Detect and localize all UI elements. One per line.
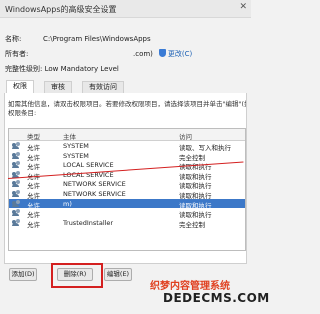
permissions-grid[interactable]: 类型 主体 访问 允许 SYSTEM 读取、写入和执行 允许 SYSTEM 完全控制 允许 L…	[8, 128, 246, 251]
close-icon[interactable]: ✕	[239, 2, 247, 12]
user-group-icon	[12, 209, 20, 217]
user-group-icon	[12, 218, 20, 226]
row-access: 完全控制	[179, 220, 205, 229]
user-group-icon	[12, 199, 20, 207]
header-access[interactable]: 访问	[179, 131, 192, 141]
owner-row: 所有者: .com) 更改(C)	[5, 49, 192, 59]
row-principal: TrustedInstaller	[63, 218, 114, 227]
description-line: 如需其他信息，请双击权限项目。若要修改权限项目，请选择该项目并单击"编辑"(如果…	[8, 100, 246, 108]
header-type[interactable]: 类型	[27, 131, 40, 141]
table-row[interactable]: 允许 读取和执行	[9, 208, 245, 219]
annotation-box	[51, 263, 103, 288]
name-value: C:\Program Files\WindowsApps	[43, 35, 151, 43]
table-row[interactable]: 允许 m) 读取和执行	[9, 198, 245, 210]
edit-button[interactable]: 编辑(E)	[104, 268, 132, 281]
owner-value: .com)	[133, 50, 153, 58]
tab-effective-access[interactable]: 有效访问	[82, 81, 124, 93]
table-row[interactable]: 允许 SYSTEM 完全控制	[9, 151, 245, 162]
shield-icon	[158, 49, 166, 57]
header-principal[interactable]: 主体	[63, 131, 76, 141]
row-principal: SYSTEM	[63, 151, 89, 160]
table-row[interactable]: 允许 SYSTEM 读取、写入和执行	[9, 141, 245, 152]
list-title: 权限条目:	[8, 109, 37, 117]
grid-header: 类型 主体 访问	[9, 129, 245, 141]
change-owner-link[interactable]: 更改(C)	[168, 50, 192, 58]
name-label: 名称:	[5, 35, 22, 43]
owner-label: 所有者:	[5, 50, 29, 58]
row-principal: NETWORK SERVICE	[63, 180, 126, 189]
watermark-line1: 织梦内容管理系统	[150, 281, 230, 292]
user-group-icon	[12, 189, 20, 197]
table-row[interactable]: 允许 TrustedInstaller 完全控制	[9, 218, 245, 229]
user-group-icon	[12, 142, 20, 149]
tab-bar: 权限 审核 有效访问	[4, 80, 247, 94]
user-group-icon	[12, 151, 20, 159]
table-row[interactable]: 允许 NETWORK SERVICE 读取和执行	[9, 189, 245, 200]
add-button[interactable]: 添加(D)	[9, 268, 37, 281]
tab-permissions[interactable]: 权限	[6, 80, 34, 94]
watermark-line2: DEDECMS.COM	[163, 291, 270, 305]
table-row[interactable]: 允许 LOCAL SERVICE 读取和执行	[9, 160, 245, 171]
window-title: WindowsApps的高级安全设置	[5, 5, 117, 14]
user-group-icon	[12, 161, 20, 169]
name-row: 名称: C:\Program Files\WindowsApps	[5, 34, 151, 44]
tab-auditing[interactable]: 审核	[44, 81, 72, 93]
user-group-icon	[12, 180, 20, 188]
row-principal: SYSTEM	[63, 142, 89, 150]
description-text: 如需其他信息，请双击权限项目。若要修改权限项目，请选择该项目并单击"编辑"(如果…	[8, 100, 246, 118]
title-bar: WindowsApps的高级安全设置 ✕	[0, 0, 251, 18]
grid-body: 允许 SYSTEM 读取、写入和执行 允许 SYSTEM 完全控制 允许 LOCAL SERV…	[9, 141, 245, 229]
row-principal: NETWORK SERVICE	[63, 189, 126, 198]
integrity-level: 完整性级别: Low Mandatory Level	[5, 65, 119, 73]
row-type: 允许	[27, 220, 40, 229]
table-row[interactable]: 允许 NETWORK SERVICE 读取和执行	[9, 179, 245, 190]
row-principal: LOCAL SERVICE	[63, 161, 114, 170]
row-principal: m)	[63, 199, 72, 208]
